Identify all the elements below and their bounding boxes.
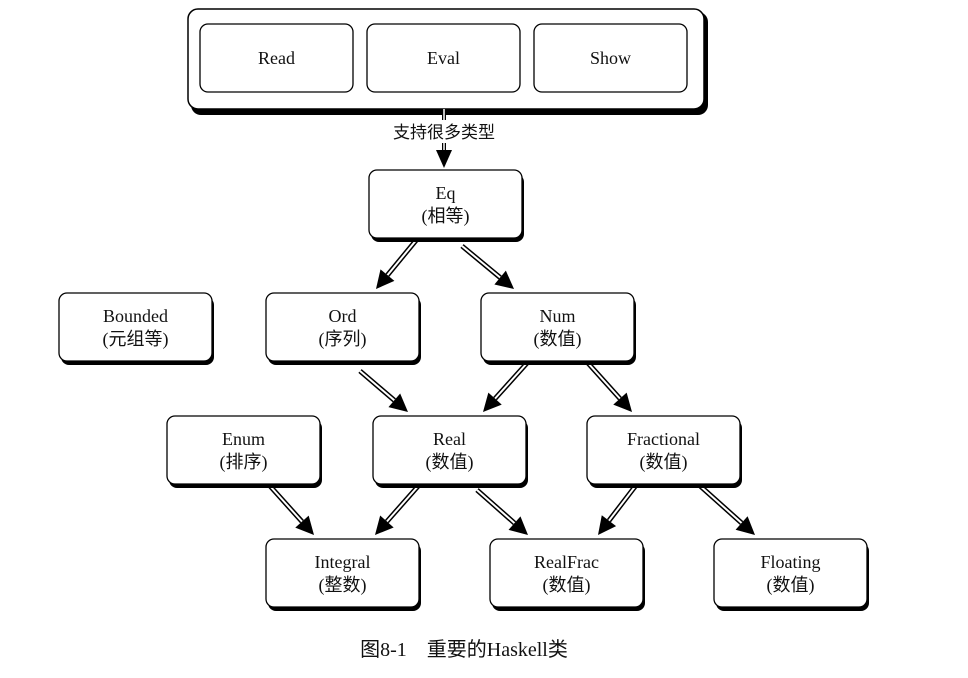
edge-num-fractional: [585, 360, 632, 412]
edge-eq-num: [460, 244, 514, 289]
node-name: Floating: [760, 552, 820, 572]
node-eq: Eq (相等): [368, 169, 524, 242]
node-floating: Floating (数值): [713, 538, 869, 611]
edge-ord-real: [358, 369, 408, 412]
container-item-eval: Eval: [366, 23, 521, 93]
edge-eq-ord: [376, 236, 420, 289]
container-box: Read Eval Show: [187, 8, 708, 115]
edge-fractional-floating: [696, 482, 755, 535]
node-fractional: Fractional (数值): [586, 415, 742, 488]
node-description: (数值): [640, 452, 688, 473]
edge-num-real: [483, 360, 530, 412]
edge-real-realfrac: [475, 488, 528, 535]
node-name: Num: [540, 306, 576, 326]
node-real: Real (数值): [372, 415, 528, 488]
edges: [268, 236, 755, 535]
node-description: (数值): [767, 575, 815, 596]
node-ord: Ord (序列): [265, 292, 421, 365]
arrowhead-icon: [436, 150, 452, 168]
container-item-read: Read: [199, 23, 354, 93]
eval-label: Eval: [427, 48, 460, 68]
read-label: Read: [258, 48, 295, 68]
type-class-diagram: Read Eval Show 支持很多类型 Eq (相等) Bounded (元组等)…: [58, 8, 869, 661]
node-name: Eq: [436, 183, 456, 203]
node-integral: Integral (整数): [265, 538, 421, 611]
edge-container-eq: 支持很多类型: [393, 109, 495, 168]
node-enum: Enum (排序): [166, 415, 322, 488]
node-name: Enum: [222, 429, 265, 449]
node-name: Real: [433, 429, 466, 449]
node-name: Ord: [329, 306, 357, 326]
node-description: (相等): [422, 206, 470, 227]
node-num: Num (数值): [480, 292, 636, 365]
node-description: (序列): [319, 329, 367, 350]
node-realfrac: RealFrac (数值): [489, 538, 645, 611]
node-description: (数值): [426, 452, 474, 473]
node-description: (数值): [534, 329, 582, 350]
node-bounded: Bounded (元组等): [58, 292, 214, 365]
connector-label: 支持很多类型: [393, 123, 495, 143]
node-description: (排序): [220, 452, 268, 473]
node-name: Bounded: [103, 306, 168, 326]
node-description: (元组等): [103, 329, 169, 350]
edge-enum-integral: [268, 484, 314, 535]
node-description: (数值): [543, 575, 591, 596]
node-name: Fractional: [627, 429, 700, 449]
edge-real-integral: [375, 482, 422, 535]
node-name: Integral: [315, 552, 371, 572]
node-name: RealFrac: [534, 552, 599, 572]
figure-caption: 图8-1 重要的Haskell类: [360, 638, 568, 661]
show-label: Show: [590, 48, 631, 68]
edge-fractional-realfrac: [598, 482, 639, 535]
container-item-show: Show: [533, 23, 688, 93]
node-description: (整数): [319, 575, 367, 596]
nodes: Eq (相等) Bounded (元组等) Ord (序列) Num (数值) Enum (排序)…: [58, 169, 869, 611]
